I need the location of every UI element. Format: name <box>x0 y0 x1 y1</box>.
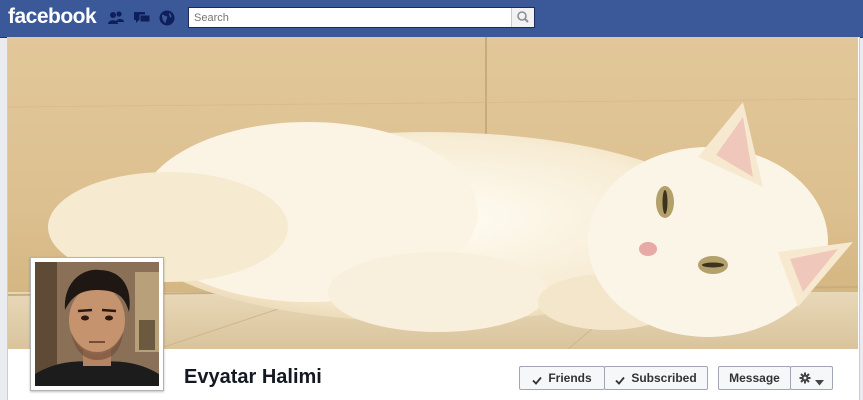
search-box <box>188 7 535 28</box>
notifications-icon[interactable] <box>158 9 176 27</box>
friends-button[interactable]: Friends <box>519 366 605 390</box>
profile-name[interactable]: Evyatar Halimi <box>184 366 322 389</box>
message-button-label: Message <box>729 371 780 385</box>
search-icon <box>512 11 534 31</box>
chevron-down-icon <box>815 375 824 386</box>
gear-icon <box>799 372 811 384</box>
profile-picture[interactable] <box>30 257 164 391</box>
checkmark-icon <box>532 374 543 385</box>
top-bar: facebook <box>0 0 863 38</box>
search-input[interactable] <box>189 8 511 27</box>
search-button[interactable] <box>511 8 534 27</box>
friends-button-label: Friends <box>548 371 592 385</box>
message-button[interactable]: Message <box>718 366 791 390</box>
messages-icon[interactable] <box>133 9 151 27</box>
facebook-logo[interactable]: facebook <box>8 5 97 29</box>
subscribed-button-label: Subscribed <box>631 371 697 385</box>
friend-requests-icon[interactable] <box>107 9 125 27</box>
subscribed-button[interactable]: Subscribed <box>604 366 708 390</box>
options-menu-button[interactable] <box>790 366 833 390</box>
checkmark-icon <box>615 374 626 385</box>
